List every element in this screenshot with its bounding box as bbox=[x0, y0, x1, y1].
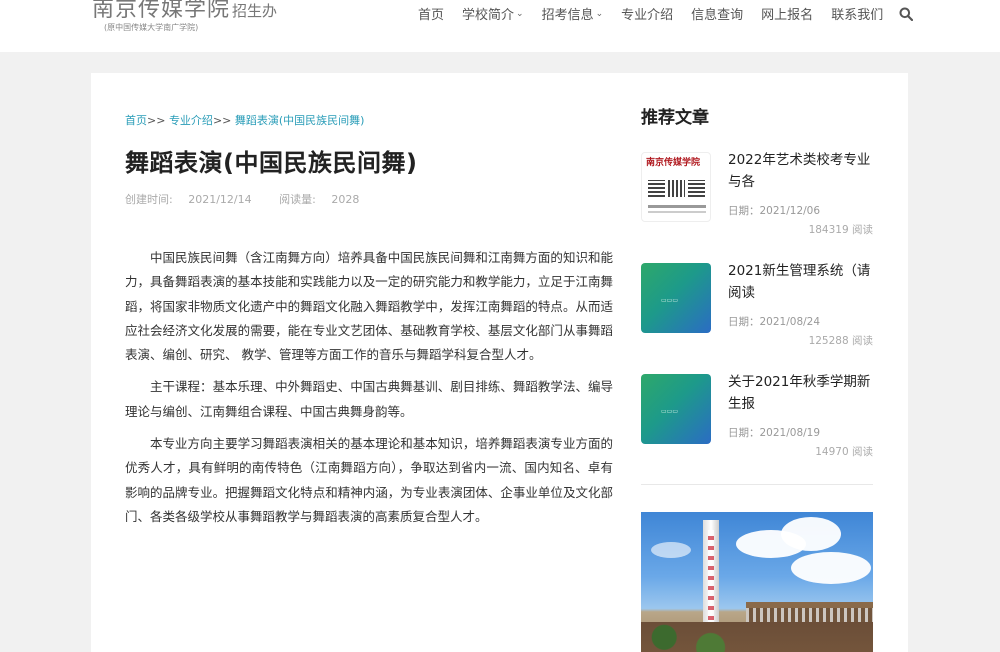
views-value: 2028 bbox=[331, 193, 360, 206]
views-label: 阅读 bbox=[852, 335, 873, 347]
cloud-shape bbox=[781, 517, 841, 551]
date-value: 2021/08/24 bbox=[759, 316, 821, 328]
article-meta: 创建时间: 2021/12/14 阅读量: 2028 bbox=[125, 191, 383, 207]
nav-item-label: 专业介绍 bbox=[621, 8, 674, 23]
page-title: 舞蹈表演(中国民族民间舞) bbox=[125, 149, 418, 177]
campus-trees bbox=[641, 622, 873, 652]
search-icon[interactable] bbox=[899, 7, 914, 21]
views-label: 阅读 bbox=[852, 446, 873, 458]
nav-item-label: 首页 bbox=[418, 8, 445, 23]
article-thumbnail[interactable]: ▭▭▭ bbox=[641, 263, 711, 333]
nav-item-register[interactable]: 网上报名 bbox=[761, 4, 813, 23]
breadcrumb-current[interactable]: 舞蹈表演(中国民族民间舞) bbox=[235, 114, 365, 127]
article-thumbnail[interactable]: ▭▭▭ bbox=[641, 374, 711, 444]
views-value: 184319 bbox=[808, 224, 849, 236]
article-paragraph: 中国民族民间舞（含江南舞方向）培养具备中国民族民间舞和江南舞方面的知识和能力，具… bbox=[125, 250, 613, 363]
created-time: 创建时间: 2021/12/14 bbox=[125, 193, 264, 206]
views-value: 125288 bbox=[808, 335, 849, 347]
poster-decoration bbox=[648, 211, 706, 213]
logo-suffix: 招生办 bbox=[232, 2, 278, 20]
sidebar-divider bbox=[641, 484, 873, 485]
article-body: 中国民族民间舞（含江南舞方向）培养具备中国民族民间舞和江南舞方面的知识和能力，具… bbox=[125, 246, 613, 537]
poster-title: 南京传媒学院 bbox=[646, 158, 701, 168]
qr-code-icon bbox=[668, 180, 685, 197]
recommended-item-views: 14970 阅读 bbox=[815, 444, 873, 459]
article-paragraph: 本专业方向主要学习舞蹈表演相关的基本理论和基本知识，培养舞蹈表演专业方面的优秀人… bbox=[125, 436, 613, 524]
nav-item-label: 联系我们 bbox=[831, 8, 884, 23]
nav-item-home[interactable]: 首页 bbox=[418, 4, 444, 23]
nav-item-query[interactable]: 信息查询 bbox=[691, 4, 743, 23]
recommended-item-title[interactable]: 2021新生管理系统（请阅读 bbox=[728, 260, 876, 304]
recommended-item-views: 184319 阅读 bbox=[809, 222, 873, 237]
nav-item-label: 招考信息 bbox=[541, 8, 594, 23]
views-value: 14970 bbox=[815, 446, 849, 458]
recommended-item-title[interactable]: 关于2021年秋季学期新生报 bbox=[728, 371, 876, 415]
cloud-shape bbox=[791, 552, 871, 584]
site-header: 南京传媒学院 招生办 (原中国传媒大学南广学院) 首页 学校简介 ⌄ 招考信息 ⌄ 专… bbox=[0, 0, 1000, 52]
breadcrumb-home[interactable]: 首页 bbox=[125, 114, 147, 127]
recommended-sidebar: 推荐文章 南京传媒学院 2022年艺术类校考专业与各 日期：2021/12/06… bbox=[641, 103, 873, 485]
date-label: 日期： bbox=[728, 205, 760, 217]
sidebar-title: 推荐文章 bbox=[641, 108, 709, 128]
breadcrumb-separator: >> bbox=[147, 114, 166, 127]
views-label: 阅读 bbox=[852, 224, 873, 236]
nav-item-label: 信息查询 bbox=[691, 8, 744, 23]
created-label: 创建时间: bbox=[125, 193, 173, 206]
nav-item-label: 网上报名 bbox=[761, 8, 814, 23]
nav-item-admissions[interactable]: 招考信息 ⌄ bbox=[542, 4, 604, 23]
recommended-item-date: 日期：2021/08/24 bbox=[728, 314, 820, 329]
recommended-item[interactable]: 南京传媒学院 2022年艺术类校考专业与各 日期：2021/12/06 1843… bbox=[641, 152, 873, 263]
article-thumbnail[interactable]: 南京传媒学院 bbox=[641, 152, 711, 222]
view-count: 阅读量: 2028 bbox=[279, 193, 371, 206]
recommended-item-date: 日期：2021/08/19 bbox=[728, 425, 820, 440]
recommended-item[interactable]: ▭▭▭ 关于2021年秋季学期新生报 日期：2021/08/19 14970 阅… bbox=[641, 374, 873, 485]
views-label: 阅读量: bbox=[279, 193, 316, 206]
thumbnail-decoration: ▭▭▭ bbox=[661, 297, 679, 304]
chevron-down-icon: ⌄ bbox=[516, 8, 524, 19]
site-logo[interactable]: 南京传媒学院 招生办 (原中国传媒大学南广学院) bbox=[92, 0, 278, 32]
thumbnail-decoration: ▭▭▭ bbox=[661, 408, 679, 415]
breadcrumb: 首页>> 专业介绍>> 舞蹈表演(中国民族民间舞) bbox=[125, 112, 364, 128]
recommended-item-date: 日期：2021/12/06 bbox=[728, 203, 820, 218]
article-paragraph: 主干课程：基本乐理、中外舞蹈史、中国古典舞基训、剧目排练、舞蹈教学法、编导理论与… bbox=[125, 379, 613, 419]
poster-decoration bbox=[648, 205, 706, 208]
logo-name: 南京传媒学院 bbox=[92, 0, 231, 22]
nav-item-majors[interactable]: 专业介绍 bbox=[621, 4, 673, 23]
nav-item-label: 学校简介 bbox=[462, 8, 515, 23]
cloud-shape bbox=[651, 542, 691, 558]
breadcrumb-category[interactable]: 专业介绍 bbox=[169, 114, 213, 127]
breadcrumb-separator: >> bbox=[212, 114, 232, 127]
main-nav: 首页 学校简介 ⌄ 招考信息 ⌄ 专业介绍 信息查询 网上报名 联系我们 bbox=[418, 4, 914, 23]
date-value: 2021/12/06 bbox=[759, 205, 821, 217]
date-label: 日期： bbox=[728, 316, 760, 328]
qr-code-icon bbox=[648, 180, 665, 197]
campus-photo[interactable] bbox=[641, 512, 873, 652]
chevron-down-icon: ⌄ bbox=[595, 8, 604, 19]
content-card: 首页>> 专业介绍>> 舞蹈表演(中国民族民间舞) 舞蹈表演(中国民族民间舞) … bbox=[91, 73, 908, 652]
nav-item-contact[interactable]: 联系我们 bbox=[831, 4, 883, 23]
recommended-item[interactable]: ▭▭▭ 2021新生管理系统（请阅读 日期：2021/08/24 125288 … bbox=[641, 263, 873, 374]
nav-item-about[interactable]: 学校简介 ⌄ bbox=[462, 4, 524, 23]
date-label: 日期： bbox=[728, 427, 760, 439]
recommended-item-title[interactable]: 2022年艺术类校考专业与各 bbox=[728, 149, 876, 193]
logo-subtitle: (原中国传媒大学南广学院) bbox=[104, 23, 199, 32]
qr-code-icon bbox=[688, 180, 705, 197]
recommended-item-views: 125288 阅读 bbox=[809, 333, 873, 348]
created-date: 2021/12/14 bbox=[188, 193, 252, 206]
date-value: 2021/08/19 bbox=[759, 427, 821, 439]
